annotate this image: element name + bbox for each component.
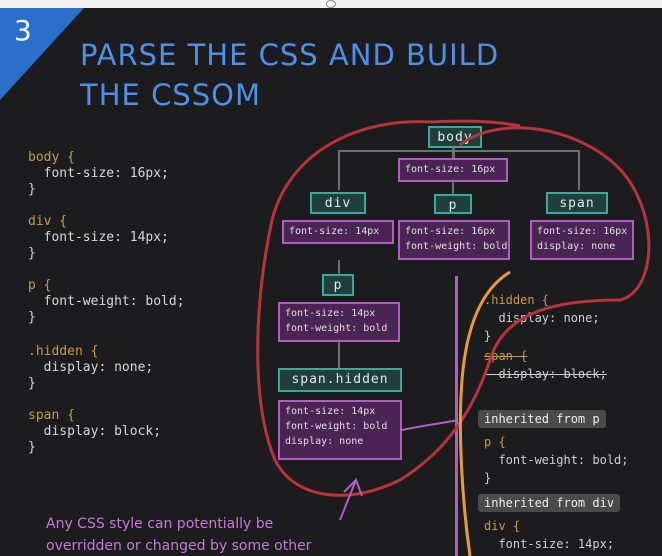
cascade-panel: .hidden { display: none; } span { displa…: [455, 276, 662, 556]
style-body: font-size: 16px: [398, 158, 508, 182]
arrow-head-annotation: [339, 477, 363, 521]
panel-span-selector: span {: [484, 349, 528, 363]
panel-hidden-close: }: [484, 329, 492, 343]
panel-p-close: }: [484, 471, 492, 485]
resize-handle[interactable]: [326, 0, 336, 8]
node-div: div: [310, 192, 366, 214]
css-rule-hidden: .hidden { display: none; }: [28, 344, 154, 391]
panel-hidden-selector: .hidden {: [484, 293, 550, 307]
connector-horizontal: [340, 150, 580, 152]
style-span: font-size: 16px display: none: [530, 220, 634, 260]
inherited-from-div-badge: inherited from div: [478, 494, 621, 512]
css-rule-p: p { font-weight: bold; }: [28, 278, 185, 325]
connector-div: [338, 150, 340, 190]
node-p-child: p: [322, 274, 354, 296]
step-number: 3: [14, 14, 32, 47]
panel-p-selector: p {: [484, 435, 506, 449]
style-p-top: font-size: 16px font-weight: bold: [398, 220, 510, 260]
connector-p-top: [452, 182, 454, 194]
connector-div-child: [338, 260, 340, 274]
note-line-1: Any CSS style can potentially be: [46, 516, 274, 532]
inherited-from-p-badge: inherited from p: [478, 410, 606, 428]
css-rule-div: div { font-size: 14px; }: [28, 214, 169, 261]
panel-div-decl: font-size: 14px;: [484, 537, 615, 551]
slide-title-line-1: PARSE THE CSS AND BUILD: [80, 38, 500, 72]
node-body: body: [428, 126, 482, 148]
node-p-top: p: [434, 194, 472, 214]
css-rule-span: span { display: block; }: [28, 408, 162, 455]
style-span-hidden: font-size: 14px font-weight: bold displa…: [278, 400, 402, 460]
node-span-hidden: span.hidden: [278, 368, 402, 392]
node-span: span: [546, 192, 608, 214]
panel-div-selector: div {: [484, 519, 521, 533]
panel-span-decl: display: block;: [484, 367, 607, 381]
css-rule-body: body { font-size: 16px; }: [28, 150, 169, 197]
panel-hidden-decl: display: none;: [484, 311, 600, 325]
step-badge: [0, 8, 84, 100]
style-p-child: font-size: 14px font-weight: bold: [278, 302, 400, 342]
connector-p-child: [338, 342, 340, 370]
note-line-2: overridden or changed by some other: [46, 538, 312, 554]
connector-span: [578, 150, 580, 190]
arrow-to-hidden-annotation: [401, 419, 459, 431]
style-div: font-size: 14px: [282, 220, 394, 244]
panel-p-decl: font-weight: bold;: [484, 453, 629, 467]
slide-title-line-2: THE CSSOM: [80, 78, 261, 112]
